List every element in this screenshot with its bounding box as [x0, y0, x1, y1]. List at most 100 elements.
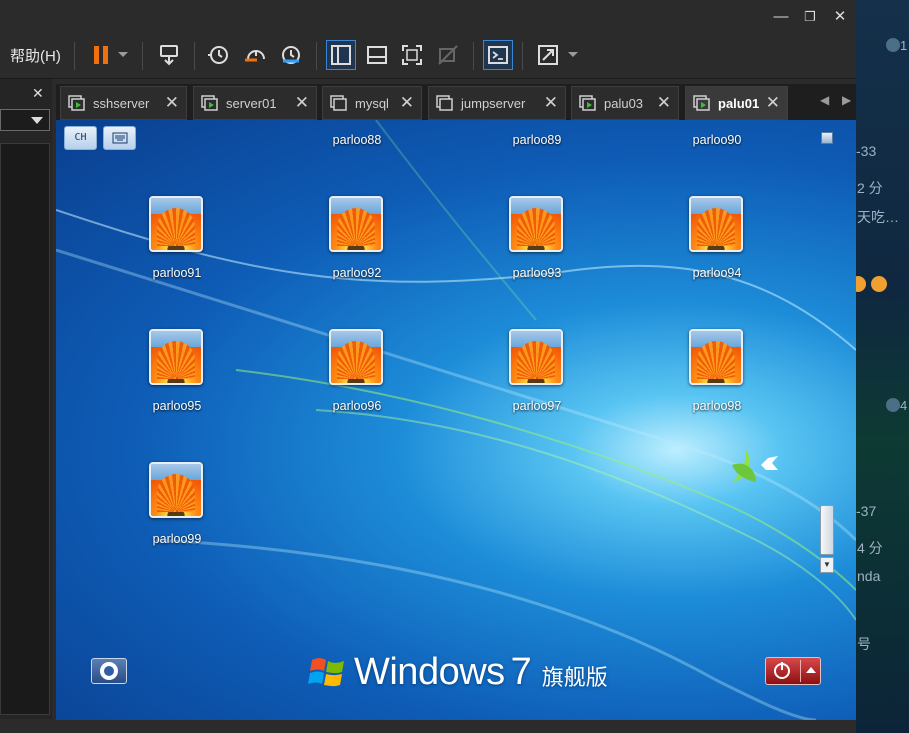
toolbar-divider — [142, 42, 143, 70]
unity-button[interactable] — [433, 40, 463, 70]
restore-icon[interactable] — [821, 132, 833, 144]
desktop-icon-label: parloo96 — [332, 399, 382, 413]
vm-icon — [693, 95, 711, 111]
stretch-view-button[interactable] — [533, 40, 563, 70]
windows-wordmark: Windows — [354, 650, 505, 693]
pause-button[interactable] — [86, 40, 116, 70]
user-picture-icon — [509, 329, 563, 385]
toolbar-divider — [522, 42, 523, 70]
tab-close-button[interactable]: ✕ — [165, 93, 179, 113]
tab-label: server01 — [226, 95, 277, 111]
revert-snapshot-button[interactable] — [240, 40, 270, 70]
desktop-icon-label[interactable]: parloo88 — [302, 133, 412, 147]
chevron-down-icon — [568, 52, 578, 57]
send-ctrl-alt-del-button[interactable] — [154, 40, 184, 70]
maximize-button[interactable]: ❐ — [799, 6, 821, 28]
emoji-icon — [856, 276, 866, 292]
toolbar-divider — [74, 42, 75, 70]
desktop-icon-label[interactable]: parloo90 — [662, 133, 772, 147]
desktop-icon-label[interactable]: parloo89 — [482, 133, 592, 147]
stretch-dropdown-button[interactable] — [563, 40, 583, 70]
ease-of-access-icon — [100, 662, 118, 680]
chevron-down-icon — [118, 52, 128, 57]
user-picture-icon — [329, 196, 383, 252]
tab-close-button[interactable]: ✕ — [766, 93, 780, 113]
vm-icon — [579, 95, 597, 111]
thumbnail-bar-button[interactable] — [362, 40, 392, 70]
toolbar: 帮助(H) — [0, 34, 856, 79]
title-bar: — ❐ ✕ — [0, 0, 856, 34]
background-text: 天吃… — [857, 209, 899, 225]
tab-mysql[interactable]: mysql ✕ — [322, 86, 422, 120]
scrollbar-thumb[interactable] — [820, 505, 834, 555]
vm-icon — [330, 95, 348, 111]
console-view-button[interactable] — [483, 40, 513, 70]
desktop-icon[interactable]: parloo99 — [122, 462, 232, 552]
ease-of-access-button[interactable] — [91, 658, 127, 684]
badge-icon — [886, 38, 900, 52]
vm-window: — ❐ ✕ 帮助(H) ✕ sshserver ✕ server01 ✕ mys… — [0, 0, 856, 733]
terminal-icon — [488, 46, 508, 64]
library-tree[interactable] — [0, 143, 50, 715]
background-badge: 1 — [900, 38, 908, 53]
library-search-dropdown[interactable] — [0, 109, 50, 131]
user-picture-icon — [149, 329, 203, 385]
user-list-scrollbar[interactable]: ▼ — [820, 505, 834, 573]
library-icon — [331, 45, 351, 65]
ime-language-button[interactable]: CH — [64, 126, 97, 150]
tab-close-button[interactable]: ✕ — [400, 93, 414, 113]
scroll-down-button[interactable]: ▼ — [820, 557, 834, 573]
desktop-icon[interactable]: parloo95 — [122, 329, 232, 419]
thumbnail-icon — [367, 46, 387, 64]
tab-palu01[interactable]: palu01 ✕ — [685, 86, 788, 120]
unity-disabled-icon — [438, 45, 458, 65]
tab-label: palu03 — [604, 95, 644, 111]
tab-scroll-left-button[interactable]: ◀ — [820, 93, 829, 107]
desktop-icon[interactable]: parloo92 — [302, 196, 412, 286]
desktop-icon[interactable]: parloo93 — [482, 196, 592, 286]
close-button[interactable]: ✕ — [829, 6, 851, 28]
tab-label: palu01 — [718, 95, 760, 111]
stretch-icon — [538, 45, 558, 65]
vm-icon — [436, 95, 454, 111]
shutdown-button[interactable] — [765, 657, 821, 685]
library-close-button[interactable]: ✕ — [32, 85, 44, 102]
emoji-icon — [871, 276, 887, 292]
minimize-button[interactable]: — — [770, 6, 792, 28]
tab-close-button[interactable]: ✕ — [657, 93, 671, 113]
chevron-down-icon — [31, 117, 43, 124]
desktop-icon[interactable]: parloo96 — [302, 329, 412, 419]
guest-desktop[interactable]: CH parloo88 parloo89 parloo90 parloo91 p… — [56, 120, 856, 720]
desktop-icon-label: parloo92 — [332, 266, 382, 280]
tab-close-button[interactable]: ✕ — [295, 93, 309, 113]
desktop-icon[interactable]: parloo91 — [122, 196, 232, 286]
tab-sshserver[interactable]: sshserver ✕ — [60, 86, 187, 120]
desktop-icon[interactable]: parloo97 — [482, 329, 592, 419]
power-icon — [774, 662, 790, 679]
snapshot-button[interactable] — [203, 40, 233, 70]
menu-help[interactable]: 帮助(H) — [10, 45, 61, 66]
tab-scroll-right-button[interactable]: ▶ — [842, 93, 851, 107]
desktop-icon[interactable]: parloo98 — [662, 329, 772, 419]
desktop-icon-label: parloo98 — [692, 399, 742, 413]
shutdown-options-arrow-icon[interactable] — [806, 667, 816, 673]
desktop-icon[interactable]: parloo94 — [662, 196, 772, 286]
background-text: 号 — [857, 636, 871, 652]
windows-edition: 旗舰版 — [541, 665, 608, 690]
snapshot-manager-button[interactable] — [276, 40, 306, 70]
tab-close-button[interactable]: ✕ — [544, 93, 558, 113]
vm-icon — [201, 95, 219, 111]
keyboard-button[interactable] — [103, 126, 136, 150]
toolbar-divider — [194, 42, 195, 70]
tab-palu03[interactable]: palu03 ✕ — [571, 86, 679, 120]
show-library-button[interactable] — [326, 40, 356, 70]
tab-server01[interactable]: server01 ✕ — [193, 86, 317, 120]
power-dropdown-button[interactable] — [113, 40, 133, 70]
tab-jumpserver[interactable]: jumpserver ✕ — [428, 86, 566, 120]
user-picture-icon — [149, 196, 203, 252]
user-picture-icon — [689, 329, 743, 385]
user-picture-icon — [689, 196, 743, 252]
full-screen-button[interactable] — [397, 40, 427, 70]
tab-label: mysql — [355, 95, 389, 111]
desktop-icon-label: parloo94 — [692, 266, 742, 280]
